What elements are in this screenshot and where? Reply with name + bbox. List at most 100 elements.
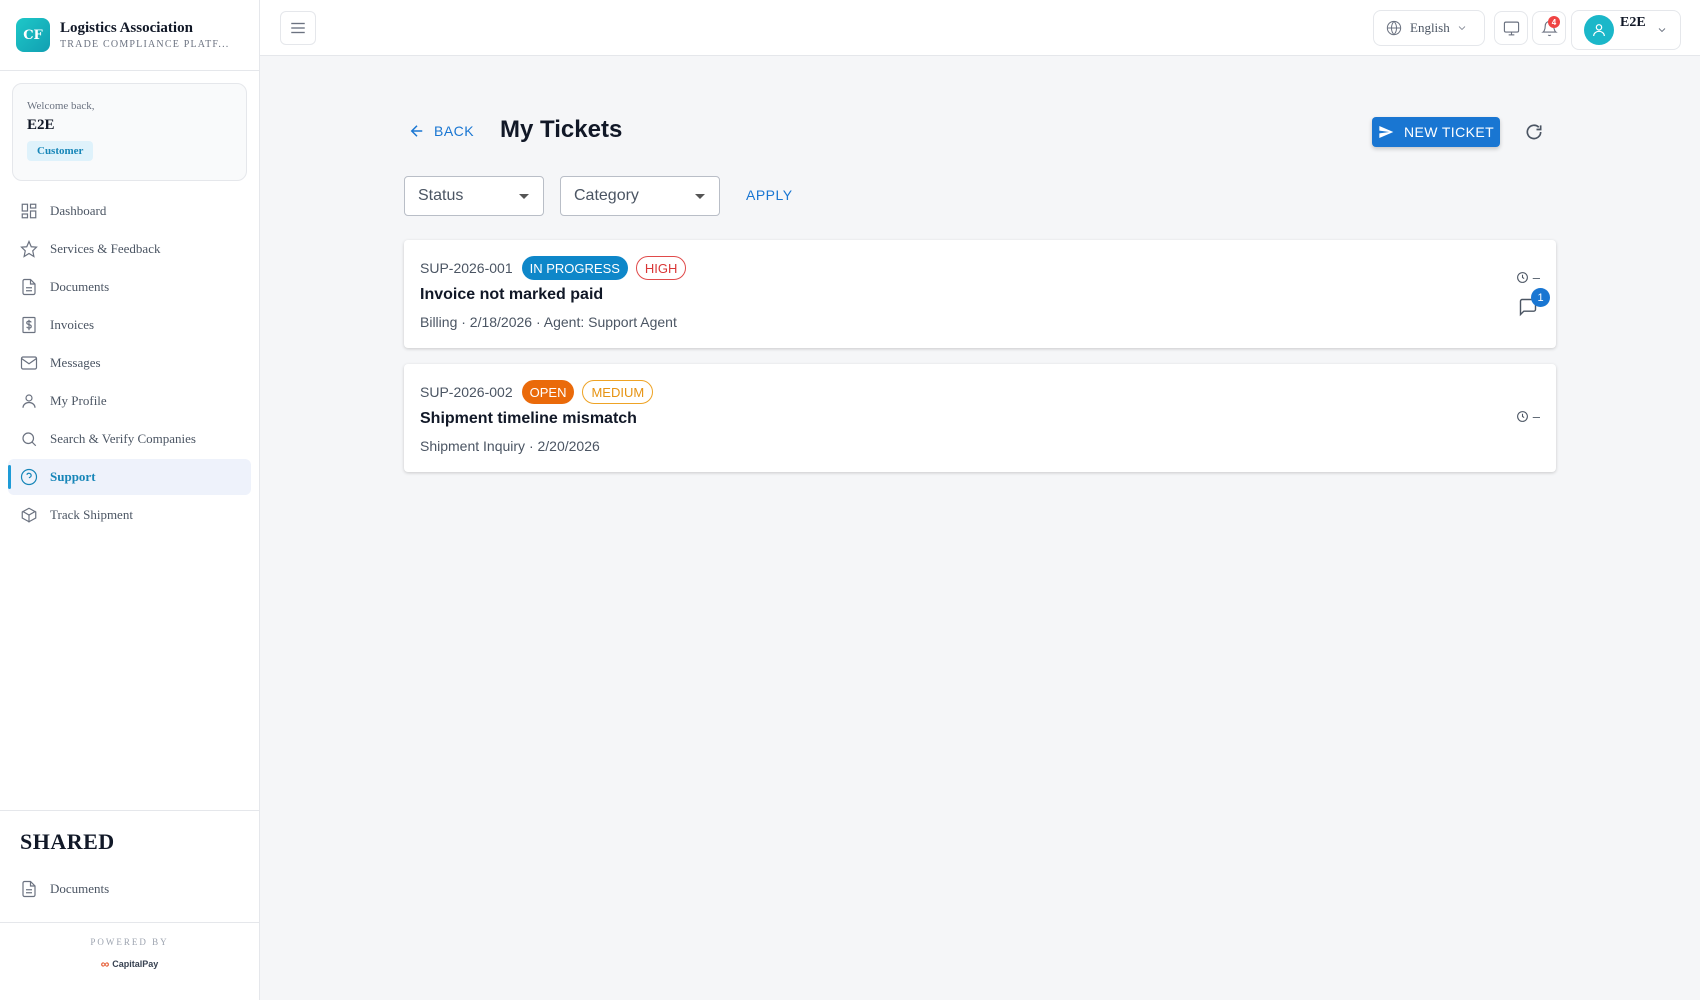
sidebar-item-label: Search & Verify Companies	[50, 431, 196, 446]
dollar-icon	[22, 316, 36, 334]
chevron-down-icon	[1658, 28, 1666, 33]
welcome-greeting: Welcome back,	[27, 100, 95, 112]
sidebar-item-label: Documents	[50, 881, 110, 896]
clock-icon	[1516, 272, 1528, 283]
brand-header[interactable]: CF Logistics Association TRADE COMPLIANC…	[0, 0, 259, 71]
status-filter-label: Status	[418, 187, 464, 204]
ticket-title: Invoice not marked paid	[420, 286, 604, 303]
shared-title: SHARED	[20, 829, 115, 854]
new-ticket-label: NEW TICKET	[1403, 124, 1495, 140]
help-circle-icon	[20, 468, 38, 486]
monitor-icon	[1503, 21, 1519, 35]
back-label: BACK	[434, 123, 475, 139]
sidebar-item-messages[interactable]: Messages	[8, 345, 251, 381]
apply-filters-button[interactable]: APPLY	[746, 187, 793, 203]
send-icon	[1379, 126, 1394, 138]
shared-section: SHARED Documents	[0, 810, 259, 909]
sidebar-item-label: Track Shipment	[50, 507, 133, 522]
caret-down-icon	[519, 194, 529, 199]
filters-bar: Status Category APPLY	[404, 176, 1004, 216]
brand-logo: CF	[16, 18, 50, 52]
ticket-meta: Billing · 2/18/2026 · Agent: Support Age…	[420, 314, 677, 330]
top-bar: English 4 E2E	[260, 0, 1700, 56]
status-badge: OPEN	[521, 380, 575, 404]
grid-icon	[21, 203, 37, 219]
brand-name: Logistics Association	[60, 20, 193, 36]
chevron-down-icon	[1458, 26, 1465, 31]
sidebar-item-label: My Profile	[50, 393, 107, 408]
comments-count-badge: 1	[1531, 288, 1550, 307]
ticket-card[interactable]: SUP-2026-001 IN PROGRESS HIGH Invoice no…	[404, 240, 1556, 348]
sidebar-item-documents[interactable]: Documents	[8, 269, 251, 305]
page-header: BACK My Tickets NEW TICKET	[404, 110, 1556, 154]
caret-down-icon	[695, 194, 705, 199]
user-icon	[22, 394, 36, 408]
globe-icon	[1386, 20, 1402, 36]
capitalpay-logo[interactable]: ∞ CapitalPay	[101, 957, 159, 971]
priority-badge: HIGH	[635, 256, 687, 280]
sidebar-item-label: Messages	[50, 355, 101, 370]
ticket-title: Shipment timeline mismatch	[420, 410, 637, 427]
notifications-badge: 4	[1548, 16, 1560, 28]
sidebar-item-my-profile[interactable]: My Profile	[8, 383, 251, 419]
display-button[interactable]	[1494, 11, 1528, 45]
star-icon	[20, 240, 38, 258]
welcome-card: Welcome back, E2E Customer	[12, 83, 247, 181]
category-filter-label: Category	[574, 187, 639, 204]
back-button[interactable]: BACK	[408, 122, 474, 140]
status-filter-select[interactable]: Status	[404, 176, 544, 216]
capitalpay-logo-text: CapitalPay	[112, 959, 159, 969]
refresh-icon	[1526, 124, 1542, 140]
ticket-time-value: –	[1532, 270, 1540, 285]
clock-icon	[1516, 411, 1528, 422]
category-filter-select[interactable]: Category	[560, 176, 720, 216]
sidebar-item-dashboard[interactable]: Dashboard	[8, 193, 251, 229]
ticket-id: SUP-2026-002	[420, 384, 513, 400]
mail-icon	[20, 356, 38, 370]
sidebar-item-support[interactable]: Support	[8, 459, 251, 495]
refresh-button[interactable]	[1522, 120, 1546, 144]
ticket-card[interactable]: SUP-2026-002 OPEN MEDIUM Shipment timeli…	[404, 364, 1556, 472]
ticket-id: SUP-2026-001	[420, 260, 513, 276]
avatar	[1584, 15, 1614, 45]
sidebar-item-track-shipment[interactable]: Track Shipment	[8, 497, 251, 533]
capitalpay-mark-icon: ∞	[100, 957, 110, 971]
sidebar: CF Logistics Association TRADE COMPLIANC…	[0, 0, 260, 1000]
ticket-time-value: –	[1532, 409, 1540, 424]
sidebar-item-search-verify[interactable]: Search & Verify Companies	[8, 421, 251, 457]
language-selector[interactable]: English	[1373, 10, 1485, 46]
sidebar-item-invoices[interactable]: Invoices	[8, 307, 251, 343]
sidebar-item-shared-documents[interactable]: Documents	[8, 871, 251, 907]
status-badge: IN PROGRESS	[521, 256, 628, 280]
notifications-button[interactable]: 4	[1532, 11, 1566, 45]
sidebar-item-label: Documents	[50, 279, 110, 294]
arrow-left-icon	[410, 125, 423, 137]
sidebar-item-label: Services & Feedback	[50, 241, 161, 256]
sidebar-item-label: Support	[50, 469, 96, 484]
package-icon	[21, 507, 37, 523]
page-title: My Tickets	[500, 116, 623, 143]
powered-by-label: POWERED BY	[90, 937, 169, 947]
language-label: English	[1410, 20, 1450, 35]
sidebar-item-label: Dashboard	[50, 203, 107, 218]
user-menu-button[interactable]: E2E	[1571, 10, 1681, 50]
ticket-time-indicator: –	[1516, 270, 1540, 285]
search-icon	[22, 432, 37, 447]
hamburger-icon	[291, 22, 305, 34]
role-badge: Customer	[27, 141, 94, 161]
sidebar-item-label: Invoices	[50, 317, 95, 332]
priority-badge: MEDIUM	[582, 380, 654, 404]
ticket-meta: Shipment Inquiry · 2/20/2026	[420, 438, 600, 454]
sidebar-nav: Dashboard Services & Feedback Documents …	[0, 193, 259, 533]
document-icon	[22, 278, 36, 296]
powered-by-footer: POWERED BY ∞ CapitalPay	[0, 922, 259, 1000]
user-avatar-icon	[1593, 24, 1605, 37]
document-icon	[22, 880, 36, 898]
new-ticket-button[interactable]: NEW TICKET	[1372, 117, 1500, 147]
menu-toggle-button[interactable]	[280, 11, 316, 45]
welcome-user-name: E2E	[27, 117, 55, 133]
brand-subtitle: TRADE COMPLIANCE PLATF...	[60, 39, 230, 50]
ticket-comments-button[interactable]: 1	[1518, 288, 1550, 319]
sidebar-item-services-feedback[interactable]: Services & Feedback	[8, 231, 251, 267]
ticket-time-indicator: –	[1516, 409, 1540, 424]
